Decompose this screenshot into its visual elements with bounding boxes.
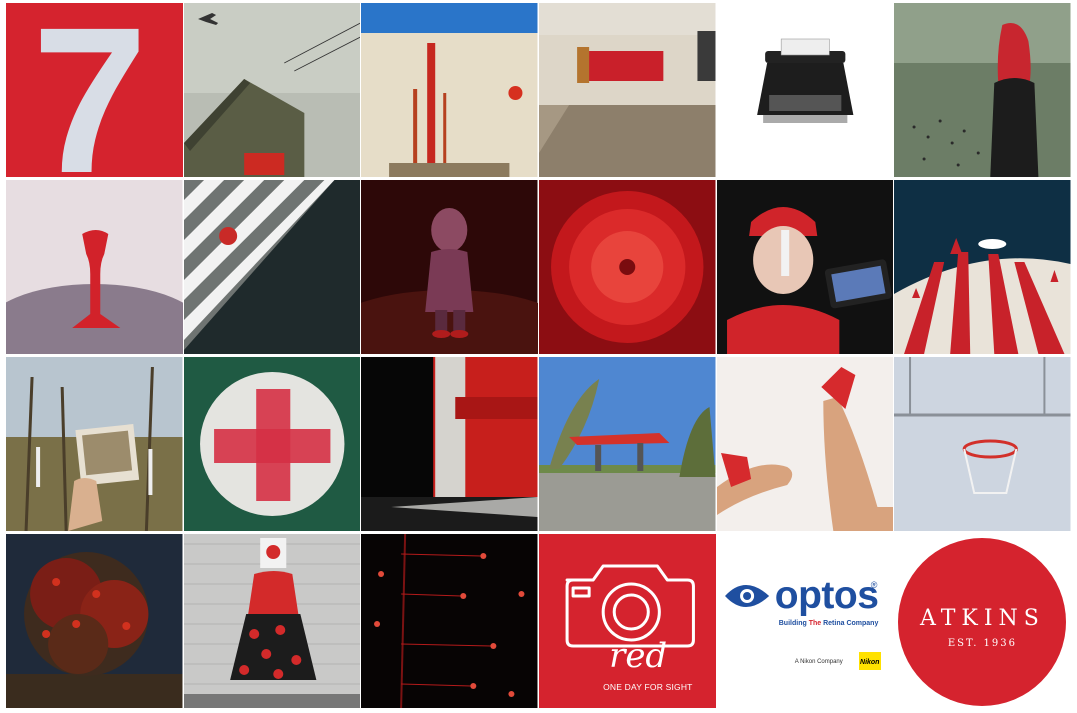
tile-red-bundt-glass bbox=[539, 180, 716, 354]
tile-red-shoes-legs bbox=[716, 357, 894, 531]
red-logo-word: red bbox=[609, 636, 668, 676]
red-logo-tagline: ONE DAY FOR SIGHT bbox=[603, 682, 693, 692]
optos-tagline: Building The Retina Company bbox=[778, 620, 879, 627]
tile-red-telephone bbox=[6, 180, 183, 354]
tile-woman-polka-skirt bbox=[183, 534, 361, 708]
tile-red-cross-circle bbox=[183, 357, 361, 531]
tile-red-flowering-tree bbox=[6, 534, 183, 708]
tile-red-campaign-logo: red ONE DAY FOR SIGHT bbox=[539, 534, 716, 708]
optos-parent-company: A Nikon Company bbox=[794, 659, 843, 665]
tile-red-poles-wall bbox=[361, 3, 538, 177]
tile-typewriter bbox=[716, 3, 894, 177]
tile-red-brick-building bbox=[361, 357, 538, 531]
tile-doll-figurine bbox=[361, 180, 538, 354]
tile-red-lights-night bbox=[361, 534, 538, 708]
atkins-logo-name: ATKINS bbox=[920, 606, 1045, 631]
optos-logo-name: optos bbox=[774, 574, 879, 617]
tile-woman-red-scarf bbox=[894, 3, 1071, 177]
number-seven-text: 7 bbox=[32, 3, 148, 177]
tile-optos-logo: optos ® Building The Retina Company A Ni… bbox=[716, 534, 894, 708]
tile-hand-holding-photo bbox=[6, 357, 183, 531]
tile-woman-red-beanie bbox=[716, 180, 894, 354]
nikon-badge: Nikon bbox=[858, 652, 881, 670]
photo-collage: 7 red ONE DAY FOR SIGHT optos ® Building… bbox=[6, 3, 1071, 710]
tile-empty-room-red-panel bbox=[539, 3, 716, 177]
tile-shed-with-plane bbox=[183, 3, 361, 177]
tile-petrol-station-canopy bbox=[539, 357, 716, 531]
atkins-logo-est: EST. 1936 bbox=[947, 638, 1018, 649]
tile-atkins-logo: ATKINS EST. 1936 bbox=[894, 534, 1071, 708]
tile-number-seven: 7 bbox=[6, 3, 183, 177]
tile-basketball-hoop bbox=[894, 357, 1071, 531]
tile-circus-tent bbox=[894, 180, 1071, 354]
tile-zebra-crossing bbox=[183, 180, 361, 354]
optos-registered-mark: ® bbox=[870, 580, 878, 590]
